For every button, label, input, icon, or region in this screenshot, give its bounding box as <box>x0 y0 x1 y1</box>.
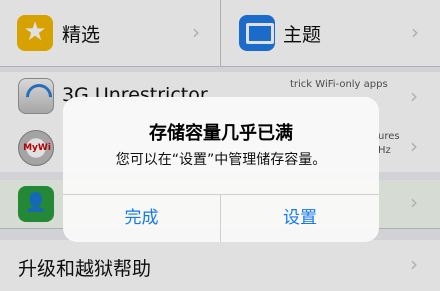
settings-button[interactable]: 设置 <box>221 195 379 242</box>
done-button[interactable]: 完成 <box>63 195 220 242</box>
alert-message: 您可以在“设置”中管理储存容量。 <box>115 152 327 168</box>
alert-title: 存储容量几乎已满 <box>149 123 293 144</box>
storage-full-alert: 存储容量几乎已满 您可以在“设置”中管理储存容量。 完成 设置 <box>63 97 379 242</box>
